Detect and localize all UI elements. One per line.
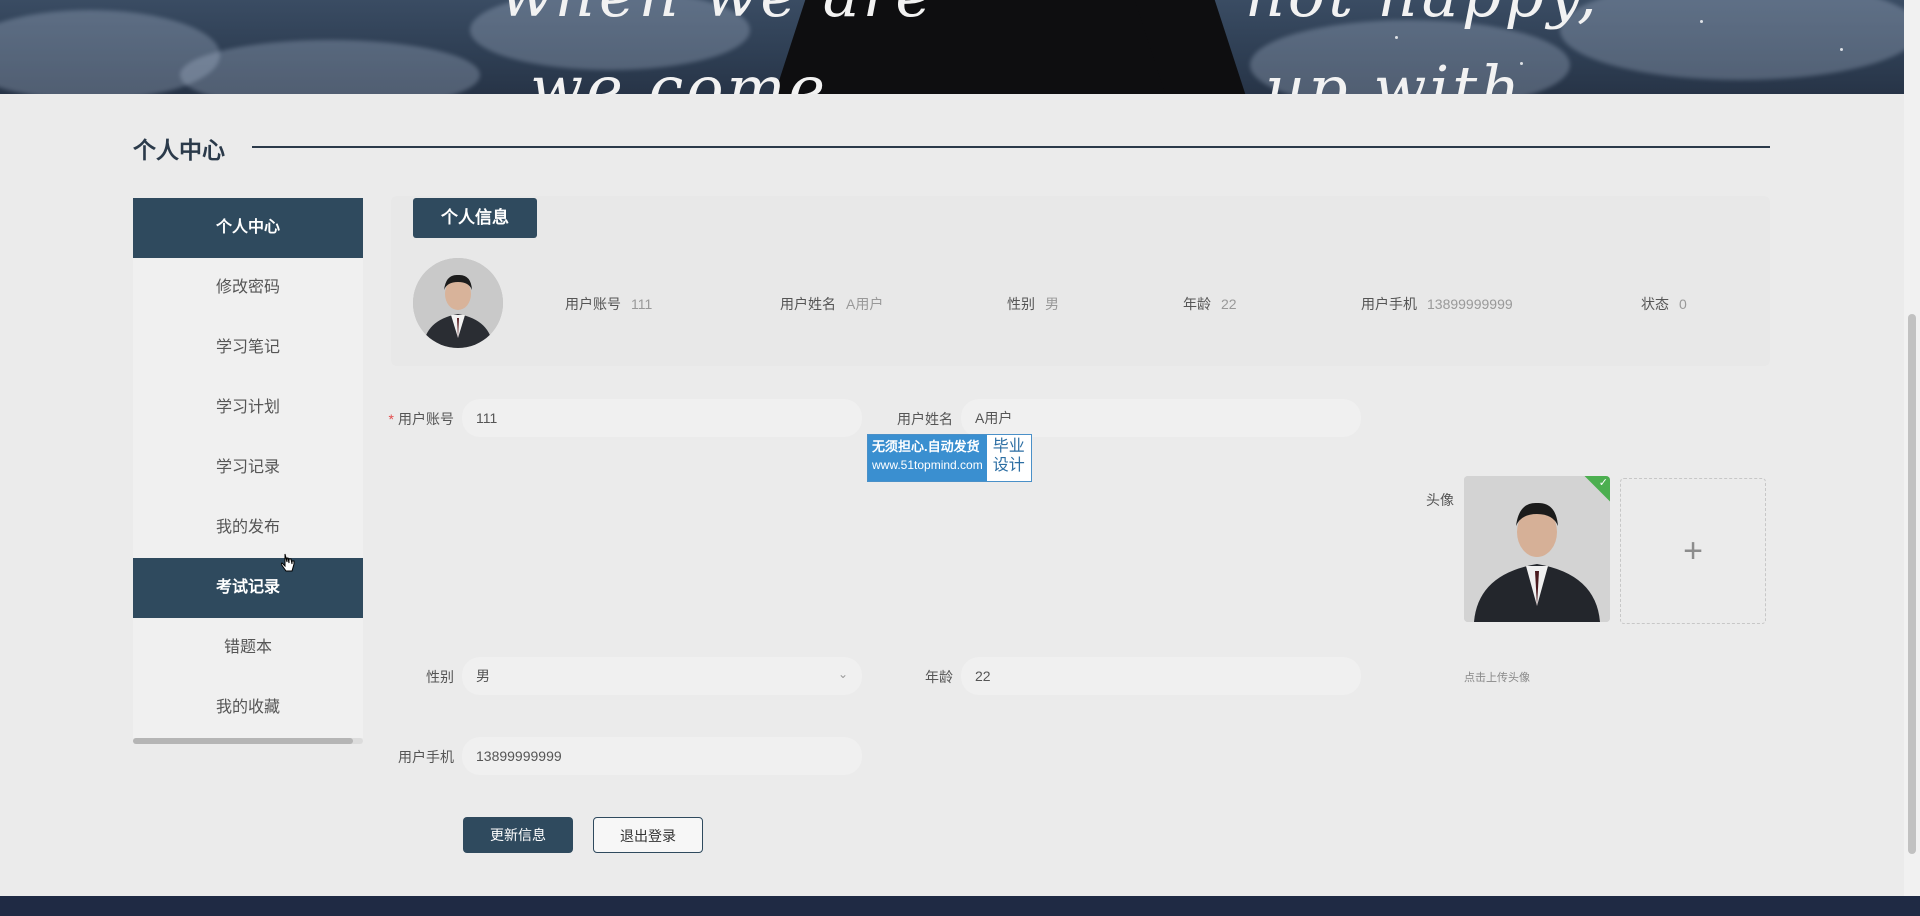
mouse-cursor-icon (281, 553, 295, 572)
info-name: 用户姓名 A用户 (780, 296, 884, 312)
sidebar-item-wrong-questions[interactable]: 错题本 (133, 618, 363, 678)
page-scrollbar[interactable] (1904, 0, 1920, 896)
banner-text-2: we come (530, 52, 829, 94)
page-title: 个人中心 (133, 137, 225, 163)
info-status: 状态 0 (1641, 296, 1687, 312)
info-account: 用户账号 111 (565, 296, 653, 312)
banner-text-2b: up with (1265, 52, 1524, 94)
gender-label: 性别 (426, 669, 454, 685)
chevron-down-icon: ⌄ (838, 667, 849, 681)
watermark-logo: 无须担心.自动发货 www.51topmind.com 毕业 设计 (867, 434, 1032, 482)
update-info-button[interactable]: 更新信息 (463, 817, 573, 853)
phone-label: 用户手机 (398, 749, 454, 765)
age-label: 年龄 (925, 669, 953, 685)
check-icon: ✓ (1598, 477, 1608, 489)
logout-button[interactable]: 退出登录 (593, 817, 703, 853)
name-label: 用户姓名 (897, 411, 953, 427)
sidebar-item-favorites[interactable]: 我的收藏 (133, 678, 363, 738)
sidebar: 个人中心 修改密码 学习笔记 学习计划 学习记录 我的发布 考试记录 错题本 我… (133, 198, 363, 738)
banner-image: when we are not happy, we come up with (0, 0, 1904, 94)
upload-add-button[interactable]: + (1620, 478, 1766, 624)
uploaded-avatar[interactable]: ✓ (1464, 476, 1610, 622)
sidebar-item-change-password[interactable]: 修改密码 (133, 258, 363, 318)
sidebar-scrollbar[interactable] (133, 738, 363, 744)
info-phone: 用户手机 13899999999 (1361, 296, 1513, 312)
profile-info-card (391, 196, 1770, 366)
sidebar-item-study-plan[interactable]: 学习计划 (133, 378, 363, 438)
sidebar-item-my-posts[interactable]: 我的发布 (133, 498, 363, 558)
name-input[interactable] (961, 399, 1361, 437)
footer (0, 896, 1920, 916)
age-input[interactable] (961, 657, 1361, 695)
upload-tip: 点击上传头像 (1464, 672, 1530, 684)
account-label: * 用户账号 (388, 411, 454, 427)
title-divider (252, 146, 1770, 148)
sidebar-item-profile[interactable]: 个人中心 (133, 198, 363, 258)
avatar-label: 头像 (1426, 492, 1454, 508)
info-age: 年龄 22 (1183, 296, 1237, 312)
phone-input[interactable] (462, 737, 862, 775)
info-gender: 性别男 (1007, 296, 1059, 312)
sidebar-item-exam-records[interactable]: 考试记录 (133, 558, 363, 618)
sidebar-item-study-notes[interactable]: 学习笔记 (133, 318, 363, 378)
sidebar-item-study-records[interactable]: 学习记录 (133, 438, 363, 498)
banner-text-1: when we are (500, 0, 935, 31)
avatar (413, 258, 503, 348)
banner-text-1b: not happy, (1245, 0, 1600, 31)
tab-personal-info[interactable]: 个人信息 (413, 198, 537, 238)
account-input[interactable] (462, 399, 862, 437)
gender-select[interactable]: 男 (462, 657, 862, 695)
